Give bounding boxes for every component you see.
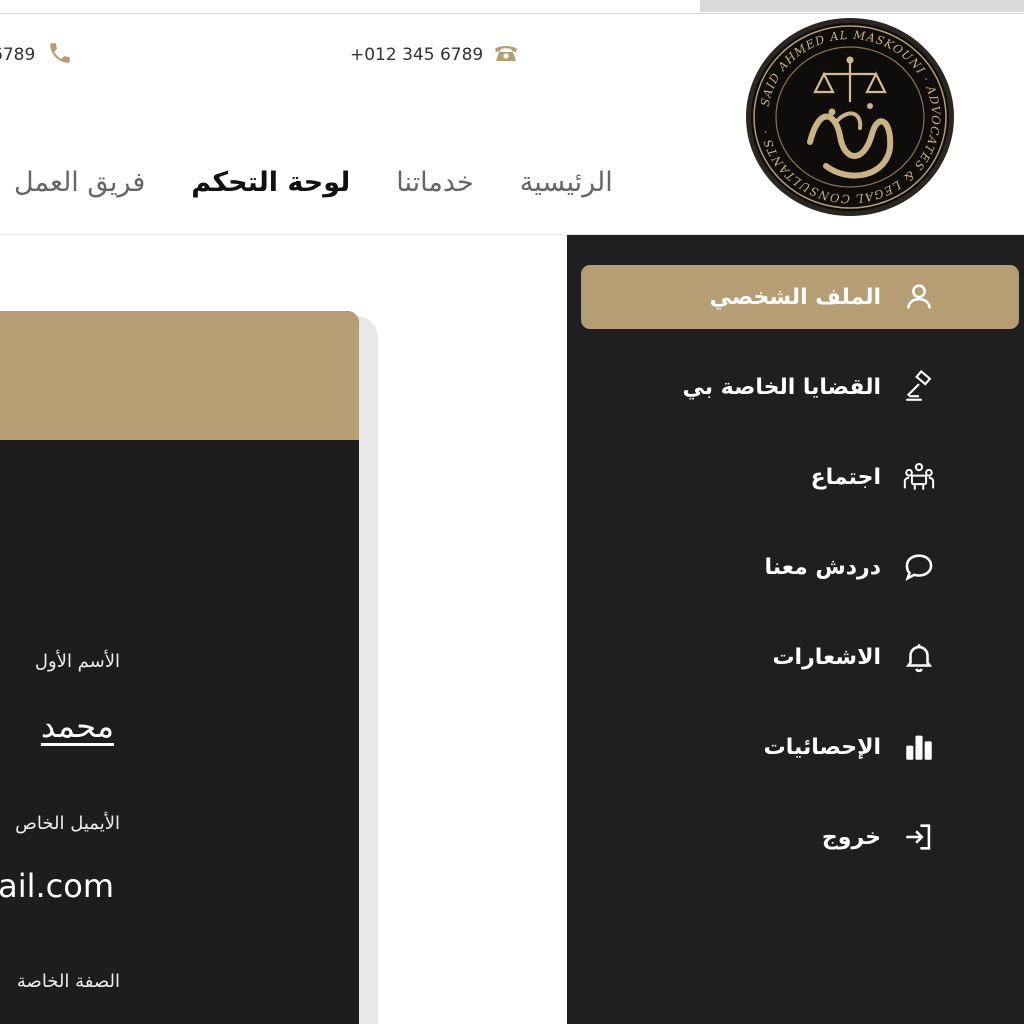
sidebar-item-label: القضايا الخاصة بي	[682, 374, 881, 400]
gavel-icon	[901, 369, 937, 405]
sidebar-item-label: الاشعارات	[772, 644, 881, 670]
email-value: ail.com	[0, 867, 114, 905]
dashboard-sidebar: الملف الشخصي القضايا الخاصة بي اجتماع در…	[567, 235, 1024, 1024]
sidebar-item-label: خروج	[821, 824, 881, 850]
profile-card-header	[0, 311, 359, 440]
sidebar-item-cases[interactable]: القضايا الخاصة بي	[581, 355, 1019, 419]
header-phone-mid[interactable]: +012 345 6789	[350, 40, 519, 70]
logout-icon	[901, 819, 937, 855]
header-phone-left[interactable]: 6789	[0, 40, 73, 70]
sidebar-item-label: الملف الشخصي	[709, 284, 881, 310]
profile-card: الأسم الأول محمد الأيميل الخاص ail.com ا…	[0, 311, 359, 1024]
nav-team[interactable]: فريق العمل	[14, 167, 145, 198]
sidebar-item-chat[interactable]: دردش معنا	[581, 535, 1019, 599]
sidebar-item-statistics[interactable]: الإحصائيات	[581, 715, 1019, 779]
sidebar-item-label: دردش معنا	[764, 554, 881, 580]
sidebar-item-profile[interactable]: الملف الشخصي	[581, 265, 1019, 329]
telephone-icon	[493, 41, 519, 70]
nav-home[interactable]: الرئيسية	[520, 167, 613, 198]
firm-logo[interactable]: SAID AHMED AL MASKOUNI · ADVOCATES & LEG…	[744, 16, 956, 218]
email-label: الأيميل الخاص	[15, 813, 120, 834]
sidebar-item-meeting[interactable]: اجتماع	[581, 445, 1019, 509]
bell-icon	[901, 639, 937, 675]
meeting-icon	[901, 459, 937, 495]
main-nav: فريق العمل لوحة التحكم خدماتنا الرئيسية	[14, 160, 613, 204]
nav-dashboard[interactable]: لوحة التحكم	[191, 167, 350, 198]
first-name-label: الأسم الأول	[34, 651, 120, 672]
sidebar-item-label: اجتماع	[810, 464, 881, 490]
nav-services[interactable]: خدماتنا	[396, 167, 473, 198]
sidebar-item-notifications[interactable]: الاشعارات	[581, 625, 1019, 689]
phone-icon	[47, 40, 73, 71]
role-label: الصفة الخاصة	[16, 971, 120, 992]
stats-icon	[901, 729, 937, 765]
chat-icon	[901, 549, 937, 585]
sidebar-item-logout[interactable]: خروج	[581, 805, 1019, 869]
first-name-value: محمد	[40, 707, 114, 745]
user-icon	[901, 279, 937, 315]
sidebar-item-label: الإحصائيات	[763, 734, 881, 760]
browser-top-edge	[0, 0, 1024, 14]
phone-number-mid: +012 345 6789	[350, 45, 484, 65]
phone-number-left: 6789	[0, 45, 36, 65]
